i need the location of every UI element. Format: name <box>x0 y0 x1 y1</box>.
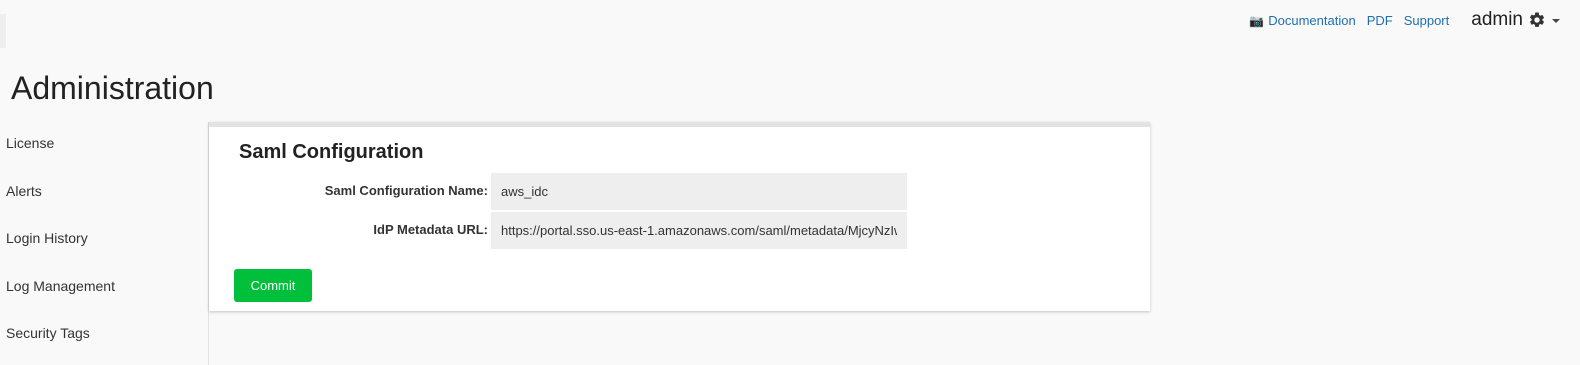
page-title: Administration <box>11 70 214 106</box>
camera-icon: 📷 <box>1249 13 1265 28</box>
sidebar-item-license[interactable]: License <box>6 135 54 151</box>
sidebar-item-login-history[interactable]: Login History <box>6 230 88 246</box>
sidebar-item-alerts[interactable]: Alerts <box>6 183 42 199</box>
commit-button[interactable]: Commit <box>234 269 312 302</box>
saml-name-input[interactable] <box>491 173 907 210</box>
idp-metadata-url-input[interactable] <box>491 212 907 249</box>
documentation-link[interactable]: 📷 Documentation <box>1249 13 1355 28</box>
saml-name-row: Saml Configuration Name: <box>209 173 1150 210</box>
documentation-link-label: Documentation <box>1268 12 1356 28</box>
user-name: admin <box>1471 9 1523 30</box>
sidebar-item-security-tags[interactable]: Security Tags <box>6 325 90 341</box>
sidebar-item-log-management[interactable]: Log Management <box>6 278 115 294</box>
chevron-down-icon <box>1552 19 1560 23</box>
sidebar-toggle-stub <box>0 14 6 48</box>
sidebar: License Alerts Login History Log Managem… <box>0 122 209 365</box>
saml-name-label: Saml Configuration Name: <box>324 183 488 198</box>
support-link[interactable]: Support <box>1404 13 1450 28</box>
idp-metadata-url-label: IdP Metadata URL: <box>373 222 488 237</box>
panel-title: Saml Configuration <box>239 141 424 163</box>
gear-icon <box>1528 11 1546 29</box>
idp-metadata-url-row: IdP Metadata URL: <box>209 212 1150 249</box>
saml-configuration-panel: Saml Configuration Saml Configuration Na… <box>209 122 1150 311</box>
top-navigation: 📷 Documentation PDF Support admin <box>1249 6 1560 34</box>
pdf-link[interactable]: PDF <box>1367 13 1393 28</box>
user-menu[interactable]: admin <box>1471 9 1560 31</box>
